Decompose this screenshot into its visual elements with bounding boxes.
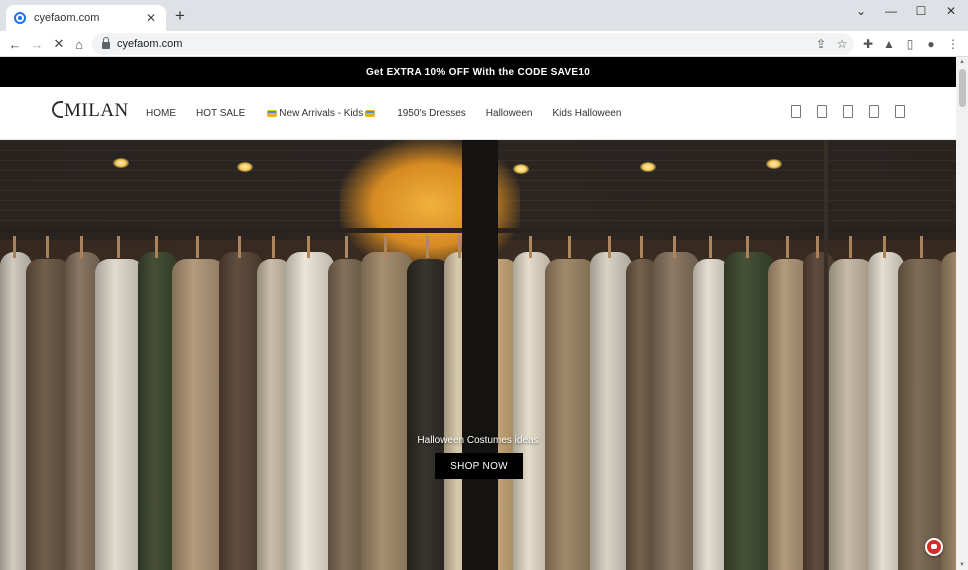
- site-favicon-icon: [14, 12, 26, 24]
- menu-icon[interactable]: ⋮: [944, 35, 962, 53]
- home-button[interactable]: ⌂: [69, 34, 89, 54]
- page-scrollbar[interactable]: ▲ ▼: [956, 57, 968, 570]
- back-button[interactable]: ←: [5, 34, 25, 54]
- chat-widget-button[interactable]: [925, 538, 943, 556]
- new-tab-button[interactable]: +: [172, 7, 188, 25]
- nav-home[interactable]: HOME: [146, 108, 176, 119]
- url-text: cyefaom.com: [117, 38, 183, 50]
- scroll-down-icon[interactable]: ▼: [959, 562, 965, 568]
- site-logo[interactable]: MILAN: [52, 100, 129, 122]
- address-bar[interactable]: cyefaom.com: [92, 33, 854, 55]
- scrollbar-thumb[interactable]: [959, 69, 966, 107]
- web-page: Get EXTRA 10% OFF With the CODE SAVE10 M…: [0, 57, 956, 570]
- forward-button[interactable]: →: [27, 34, 47, 54]
- close-tab-icon[interactable]: ✕: [144, 11, 158, 25]
- logo-text: MILAN: [64, 100, 129, 121]
- header-icons: [775, 105, 905, 118]
- sidepanel-icon[interactable]: ▯: [901, 35, 919, 53]
- labs-icon[interactable]: ▲: [880, 35, 898, 53]
- nav-new-arrivals-kids-label: New Arrivals - Kids: [279, 108, 364, 119]
- maximize-window-button[interactable]: ☐: [906, 0, 936, 22]
- nav-hot-sale[interactable]: HOT SALE: [196, 108, 245, 119]
- minimize-window-button[interactable]: —: [876, 0, 906, 22]
- hero-banner[interactable]: Halloween Costumes ideas SHOP NOW: [0, 140, 956, 570]
- main-nav: HOME HOT SALE New Arrivals - Kids 1950's…: [146, 87, 641, 140]
- nav-new-arrivals-kids[interactable]: New Arrivals - Kids: [265, 108, 377, 119]
- browser-tab[interactable]: cyefaom.com ✕: [6, 5, 166, 31]
- cart-icon[interactable]: [895, 105, 905, 118]
- search-icon[interactable]: [791, 105, 801, 118]
- scroll-up-icon[interactable]: ▲: [959, 59, 965, 65]
- browser-tabstrip: cyefaom.com ✕ + ⌄ — ☐ ✕: [0, 0, 968, 31]
- stop-loading-button[interactable]: ✕: [49, 34, 69, 54]
- account-icon[interactable]: [817, 105, 827, 118]
- lock-icon[interactable]: [102, 37, 110, 49]
- bus-icon: [365, 109, 376, 117]
- profile-icon[interactable]: ●: [922, 35, 940, 53]
- promo-banner: Get EXTRA 10% OFF With the CODE SAVE10: [0, 57, 956, 87]
- browser-toolbar: ← → ✕ ⌂ cyefaom.com ⇪ ☆ ✚ ▲ ▯ ● ⋮: [0, 31, 968, 57]
- nav-1950s-dresses[interactable]: 1950's Dresses: [397, 108, 466, 119]
- nav-kids-halloween[interactable]: Kids Halloween: [553, 108, 622, 119]
- tab-title: cyefaom.com: [34, 12, 100, 24]
- hero-shade: [0, 140, 956, 570]
- share-icon[interactable]: ⇪: [812, 35, 830, 53]
- tab-search-button[interactable]: ⌄: [846, 0, 876, 22]
- nav-halloween[interactable]: Halloween: [486, 108, 533, 119]
- compare-icon[interactable]: [869, 105, 879, 118]
- promo-text: Get EXTRA 10% OFF With the CODE SAVE10: [365, 66, 591, 78]
- star-icon[interactable]: ☆: [833, 35, 851, 53]
- site-header: MILAN HOME HOT SALE New Arrivals - Kids …: [0, 87, 956, 140]
- bus-icon: [267, 109, 278, 117]
- hero-caption: Halloween Costumes ideas: [417, 435, 539, 446]
- wishlist-icon[interactable]: [843, 105, 853, 118]
- close-window-button[interactable]: ✕: [936, 0, 966, 22]
- shop-now-button[interactable]: SHOP NOW: [435, 453, 523, 479]
- logo-mark-icon: [52, 101, 63, 118]
- extensions-icon[interactable]: ✚: [859, 35, 877, 53]
